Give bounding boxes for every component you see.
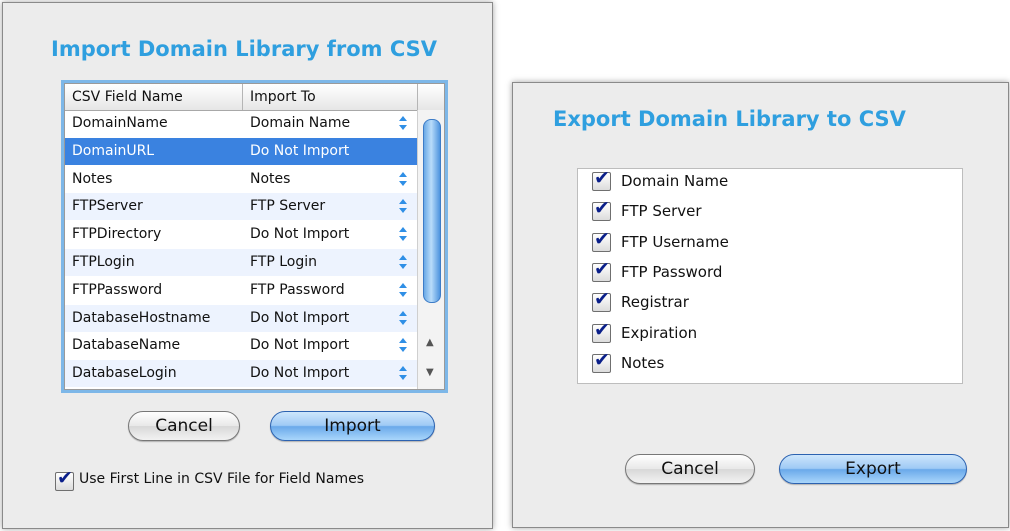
table-row[interactable]: FTPLogin FTP Login — [65, 249, 417, 276]
table-row[interactable]: Notes Notes — [65, 166, 417, 193]
csv-field-name-cell: DomainURL — [72, 142, 155, 159]
csv-field-name-cell: DomainName — [72, 115, 168, 131]
export-button[interactable]: Export — [779, 454, 967, 484]
export-field-checkbox[interactable]: ✔ — [592, 228, 611, 252]
export-field-label[interactable]: Expiration — [621, 324, 697, 342]
table-row[interactable]: FTPPassword FTP Password — [65, 277, 417, 304]
export-field-checkbox[interactable]: ✔ — [592, 258, 611, 282]
export-field-label[interactable]: Domain Name — [621, 172, 728, 190]
csv-field-name-cell: FTPServer — [72, 198, 143, 215]
import-dialog-title: Import Domain Library from CSV — [51, 37, 438, 61]
table-row[interactable]: FTPServer FTP Server — [65, 193, 417, 221]
import-to-popup[interactable]: Do Not Import — [250, 226, 349, 242]
export-field-label[interactable]: Registrar — [621, 293, 689, 311]
export-cancel-button[interactable]: Cancel — [625, 454, 755, 484]
checkmark-icon: ✔ — [594, 348, 610, 371]
export-field-checkbox[interactable]: ✔ — [592, 197, 611, 222]
export-field-checkbox[interactable]: ✔ — [592, 167, 611, 191]
table-row[interactable]: DomainName Domain Name — [65, 110, 417, 137]
column-header-import-to[interactable]: Import To — [250, 89, 316, 105]
export-dialog-title: Export Domain Library to CSV — [553, 107, 906, 131]
popup-stepper-icon[interactable] — [398, 226, 408, 242]
use-first-line-checkbox[interactable]: ✔ — [55, 467, 74, 491]
use-first-line-label[interactable]: Use First Line in CSV File for Field Nam… — [79, 471, 364, 487]
popup-stepper-icon[interactable] — [398, 198, 408, 214]
csv-field-name-cell: FTPDirectory — [72, 226, 162, 243]
table-row[interactable]: DatabaseHostname Do Not Import — [65, 304, 417, 332]
scroll-down-arrow-icon[interactable]: ▼ — [426, 368, 434, 378]
import-button[interactable]: Import — [270, 411, 435, 441]
popup-stepper-icon[interactable] — [398, 254, 408, 270]
checkmark-icon: ✔ — [594, 288, 610, 311]
column-header-csv-field[interactable]: CSV Field Name — [72, 89, 183, 105]
import-to-popup[interactable]: Do Not Import — [250, 143, 349, 159]
checkmark-icon: ✔ — [594, 167, 610, 189]
checkmark-icon: ✔ — [594, 257, 610, 280]
csv-field-name-cell: DatabaseLogin — [72, 365, 177, 382]
export-field-checkbox[interactable]: ✔ — [592, 288, 611, 313]
export-field-checkbox[interactable]: ✔ — [592, 349, 611, 373]
table-row[interactable]: DomainURL Do Not Import — [65, 137, 417, 165]
import-to-popup[interactable]: Domain Name — [250, 115, 350, 131]
export-field-label[interactable]: FTP Server — [621, 202, 702, 220]
csv-field-name-cell: DatabaseHostname — [72, 309, 211, 326]
export-field-label[interactable]: Notes — [621, 354, 664, 372]
popup-stepper-icon[interactable] — [398, 282, 408, 298]
import-to-popup[interactable]: Do Not Import — [250, 310, 349, 326]
checkmark-icon: ✔ — [594, 227, 610, 250]
popup-stepper-icon[interactable] — [398, 310, 408, 326]
csv-field-name-cell: FTPLogin — [72, 254, 135, 270]
export-field-label[interactable]: FTP Username — [621, 233, 729, 251]
checkmark-icon: ✔ — [57, 467, 73, 489]
import-cancel-button[interactable]: Cancel — [128, 411, 240, 441]
field-mapping-table[interactable]: CSV Field Name Import To DomainName Domai… — [64, 83, 445, 390]
vertical-scrollbar[interactable]: ▲ ▼ — [417, 110, 444, 389]
export-fields-list: ✔ Domain Name ✔ FTP Server ✔ FTP Username ✔ FTP… — [577, 167, 963, 384]
import-to-popup[interactable]: Do Not Import — [250, 365, 349, 381]
csv-field-name-cell: DatabaseName — [72, 337, 181, 354]
export-field-label[interactable]: FTP Password — [621, 263, 722, 281]
table-row[interactable]: FTPDirectory Do Not Import — [65, 221, 417, 248]
checkmark-icon: ✔ — [594, 197, 610, 220]
scrollbar-thumb[interactable] — [423, 119, 441, 303]
column-divider — [417, 84, 418, 110]
export-dialog: Export Domain Library to CSV ✔ Domain Nam… — [512, 82, 1009, 528]
column-divider — [242, 84, 243, 110]
import-to-popup[interactable]: FTP Password — [250, 282, 345, 298]
export-field-checkbox[interactable]: ✔ — [592, 319, 611, 343]
import-to-popup[interactable]: FTP Login — [250, 254, 317, 270]
table-row[interactable]: DatabaseLogin Do Not Import — [65, 360, 417, 388]
csv-field-name-cell: FTPPassword — [72, 281, 163, 298]
table-header: CSV Field Name Import To — [65, 84, 444, 111]
import-to-popup[interactable]: Do Not Import — [250, 337, 349, 353]
checkmark-icon: ✔ — [594, 318, 610, 341]
import-to-popup[interactable]: Notes — [250, 171, 290, 187]
scroll-up-arrow-icon[interactable]: ▲ — [426, 338, 434, 348]
popup-stepper-icon[interactable] — [398, 115, 408, 131]
import-to-popup[interactable]: FTP Server — [250, 198, 325, 214]
popup-stepper-icon[interactable] — [398, 365, 408, 381]
popup-stepper-icon[interactable] — [398, 171, 408, 187]
csv-field-name-cell: Notes — [72, 170, 113, 187]
import-dialog: Import Domain Library from CSV CSV Field… — [2, 2, 493, 529]
table-row[interactable]: DatabaseName Do Not Import — [65, 332, 417, 359]
popup-stepper-icon[interactable] — [398, 337, 408, 353]
